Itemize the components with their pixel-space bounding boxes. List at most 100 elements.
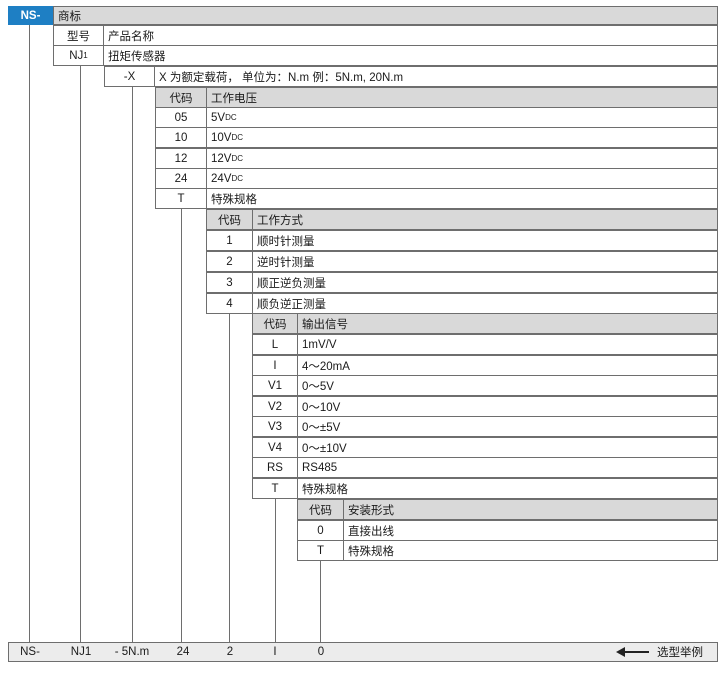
mount-row-code: T xyxy=(297,540,344,561)
mode-row-code: 1 xyxy=(206,230,253,251)
voltage-unit-text: DC xyxy=(231,174,244,183)
signal-header-label: 输出信号 xyxy=(297,313,718,334)
voltage-code-text: 24 xyxy=(174,172,188,185)
connector-line-brand xyxy=(29,25,30,642)
signal-row-code: T xyxy=(252,478,298,499)
signal-row-label: RS485 xyxy=(297,457,718,478)
example-part-text: - 5N.m xyxy=(114,646,150,658)
signal-label-text: 1mV/V xyxy=(302,338,337,351)
signal-code-text: I xyxy=(273,359,277,372)
example-part: - 5N.m xyxy=(105,643,159,661)
example-part-text: I xyxy=(273,646,277,658)
voltage-row-value: 12V DC xyxy=(206,148,718,169)
voltage-header-code: 代码 xyxy=(155,87,207,108)
mount-row-code: 0 xyxy=(297,520,344,541)
mount-header-code: 代码 xyxy=(297,499,344,520)
range-code-text: -X xyxy=(123,70,136,83)
range-desc-text: X 为额定载荷， 单位为：N.m 例：5N.m, 20N.m xyxy=(159,71,404,84)
mode-row-code: 3 xyxy=(206,272,253,293)
model-code-sub: 1 xyxy=(83,51,88,60)
example-part: NS- xyxy=(11,643,49,661)
signal-code-text: RS xyxy=(267,461,283,474)
signal-row-label: 0～5V xyxy=(297,375,718,396)
signal-row-code: V3 xyxy=(252,416,298,437)
mode-row-label: 逆时针测量 xyxy=(252,251,718,272)
example-part: NJ1 xyxy=(59,643,103,661)
signal-code-text: V2 xyxy=(267,400,283,413)
mode-row-code: 2 xyxy=(206,251,253,272)
voltage-unit-text: DC xyxy=(225,113,237,122)
mount-code-text: 0 xyxy=(317,524,324,537)
signal-label-text: 0～±5V xyxy=(302,421,341,434)
signal-label-text: 0～±10V xyxy=(302,442,347,455)
voltage-row-value: 特殊规格 xyxy=(206,188,718,209)
signal-code-text: L xyxy=(271,338,279,351)
mount-label-text: 直接出线 xyxy=(348,525,394,538)
voltage-row-code: T xyxy=(155,188,207,209)
selection-example-bar: NS- NJ1 - 5N.m 24 2 I 0 选型举例 xyxy=(8,642,718,662)
mode-label-text: 顺负逆正测量 xyxy=(257,298,326,311)
mode-header-code: 代码 xyxy=(206,209,253,230)
connector-line-mode xyxy=(229,313,230,642)
signal-row-code: V2 xyxy=(252,396,298,417)
mode-header-label-text: 工作方式 xyxy=(257,214,303,227)
mount-header-code-text: 代码 xyxy=(309,504,332,517)
mode-row-label: 顺负逆正测量 xyxy=(252,293,718,314)
voltage-row-code: 24 xyxy=(155,168,207,189)
example-part: 2 xyxy=(218,643,242,661)
signal-label-text: RS485 xyxy=(302,461,338,474)
model-code: NJ 1 xyxy=(53,45,104,66)
range-code: -X xyxy=(104,66,155,87)
voltage-header-label: 工作电压 xyxy=(206,87,718,108)
voltage-code-text: T xyxy=(177,192,185,205)
signal-label-text: 0～5V xyxy=(302,380,334,393)
voltage-value-text: 5V xyxy=(211,111,226,124)
signal-row-code: V4 xyxy=(252,437,298,458)
signal-header-code: 代码 xyxy=(252,313,298,334)
signal-label-text: 0～10V xyxy=(302,401,341,414)
example-part-text: 24 xyxy=(176,646,190,658)
mode-code-text: 1 xyxy=(226,234,233,247)
signal-code-text: V1 xyxy=(267,379,283,392)
model-header-label: 产品名称 xyxy=(103,25,718,46)
mode-header-label: 工作方式 xyxy=(252,209,718,230)
signal-row-label: 1mV/V xyxy=(297,334,718,355)
voltage-row-code: 12 xyxy=(155,148,207,169)
mount-header-label: 安装形式 xyxy=(343,499,718,520)
model-name: 扭矩传感器 xyxy=(103,45,718,66)
signal-code-text: V4 xyxy=(267,441,283,454)
example-part-text: NS- xyxy=(20,646,40,658)
model-header-code-text: 型号 xyxy=(67,30,90,43)
voltage-code-text: 05 xyxy=(174,111,188,124)
model-code-main: NJ xyxy=(69,49,84,62)
mount-row-label: 直接出线 xyxy=(343,520,718,541)
mount-header-label-text: 安装形式 xyxy=(348,504,394,517)
voltage-header-code-text: 代码 xyxy=(169,92,193,105)
range-desc: X 为额定载荷， 单位为：N.m 例：5N.m, 20N.m xyxy=(154,66,718,87)
voltage-unit-text: DC xyxy=(231,133,244,142)
voltage-row-value: 24V DC xyxy=(206,168,718,189)
signal-header-code-text: 代码 xyxy=(263,318,287,331)
mode-header-code-text: 代码 xyxy=(218,214,241,227)
mode-code-text: 4 xyxy=(226,297,233,310)
brand-label: 商标 xyxy=(53,6,718,25)
voltage-value-text: 12V xyxy=(211,152,232,165)
model-header-code: 型号 xyxy=(53,25,104,46)
voltage-code-text: 12 xyxy=(174,152,188,165)
voltage-code-text: 10 xyxy=(174,131,188,144)
mode-label-text: 逆时针测量 xyxy=(257,256,315,269)
mode-row-label: 顺时针测量 xyxy=(252,230,718,251)
mount-row-label: 特殊规格 xyxy=(343,540,718,561)
connector-line-model xyxy=(80,66,81,642)
model-header-label-text: 产品名称 xyxy=(108,30,154,43)
connector-line-range xyxy=(132,87,133,642)
mount-code-text: T xyxy=(316,544,325,557)
example-label: 选型举例 xyxy=(653,643,707,661)
voltage-row-code: 05 xyxy=(155,107,207,128)
mode-code-text: 3 xyxy=(226,276,233,289)
brand-code: NS- xyxy=(8,6,53,25)
example-part-text: 2 xyxy=(226,646,234,658)
model-name-text: 扭矩传感器 xyxy=(108,50,166,63)
mode-label-text: 顺正逆负测量 xyxy=(257,277,326,290)
signal-row-label: 特殊规格 xyxy=(297,478,718,499)
